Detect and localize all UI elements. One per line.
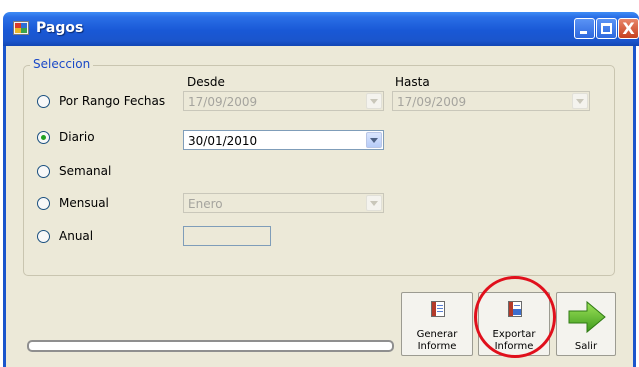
minimize-button[interactable] xyxy=(574,18,595,39)
generar-label-line2: Informe xyxy=(417,341,457,352)
desde-date-value: 17/09/2009 xyxy=(188,95,258,109)
radio-diario-label[interactable]: Diario xyxy=(59,130,95,144)
desde-dropdown-button[interactable] xyxy=(366,93,382,109)
salir-label: Salir xyxy=(574,341,598,352)
close-button[interactable]: X xyxy=(618,18,639,39)
pagos-window: Pagos X Seleccion Desde Hasta Por Rango … xyxy=(0,0,639,367)
window-title: Pagos xyxy=(36,20,84,36)
anual-year-input[interactable] xyxy=(183,226,271,246)
radio-diario[interactable] xyxy=(37,131,50,144)
generar-informe-button[interactable]: Generar Informe xyxy=(401,292,473,356)
minimize-icon xyxy=(580,31,587,34)
progress-bar xyxy=(27,340,394,352)
desde-date-picker[interactable]: 17/09/2009 xyxy=(183,91,384,111)
radio-mensual-label[interactable]: Mensual xyxy=(59,196,109,210)
exportar-label-line2: Informe xyxy=(494,341,534,352)
desde-label: Desde xyxy=(187,75,225,89)
report-icon xyxy=(431,301,445,317)
hasta-date-picker[interactable]: 17/09/2009 xyxy=(392,91,590,111)
title-bar[interactable]: Pagos X xyxy=(3,12,639,46)
diario-date-value: 30/01/2010 xyxy=(188,134,258,148)
hasta-label: Hasta xyxy=(395,75,430,89)
chevron-down-icon xyxy=(370,201,378,206)
maximize-icon xyxy=(601,23,612,34)
diario-date-picker[interactable]: 30/01/2010 xyxy=(183,130,384,150)
exportar-label-line1: Exportar xyxy=(492,329,536,340)
mensual-month-select[interactable]: Enero xyxy=(183,193,384,213)
close-icon: X xyxy=(622,19,635,38)
radio-mensual[interactable] xyxy=(37,197,50,210)
chevron-down-icon xyxy=(576,99,584,104)
salir-button[interactable]: Salir xyxy=(556,292,616,356)
generar-label-line1: Generar xyxy=(416,329,458,340)
radio-semanal[interactable] xyxy=(37,165,50,178)
hasta-date-value: 17/09/2009 xyxy=(397,95,467,109)
radio-semanal-label[interactable]: Semanal xyxy=(59,164,111,178)
maximize-button[interactable] xyxy=(596,18,617,39)
radio-anual-label[interactable]: Anual xyxy=(59,229,93,243)
hasta-dropdown-button[interactable] xyxy=(572,93,588,109)
mensual-dropdown-button[interactable] xyxy=(366,195,382,211)
diario-dropdown-button[interactable] xyxy=(366,132,382,148)
seleccion-legend: Seleccion xyxy=(30,57,94,71)
export-report-icon xyxy=(508,301,522,317)
exportar-informe-button[interactable]: Exportar Informe xyxy=(478,292,550,356)
radio-selected-dot xyxy=(41,135,46,140)
radio-anual[interactable] xyxy=(37,230,50,243)
chevron-down-icon xyxy=(370,138,378,143)
green-arrow-right-icon xyxy=(568,300,606,334)
chevron-down-icon xyxy=(370,99,378,104)
mensual-month-value: Enero xyxy=(188,197,223,211)
app-icon xyxy=(13,21,29,35)
radio-rango-fechas[interactable] xyxy=(37,95,50,108)
radio-rango-fechas-label[interactable]: Por Rango Fechas xyxy=(59,94,165,108)
